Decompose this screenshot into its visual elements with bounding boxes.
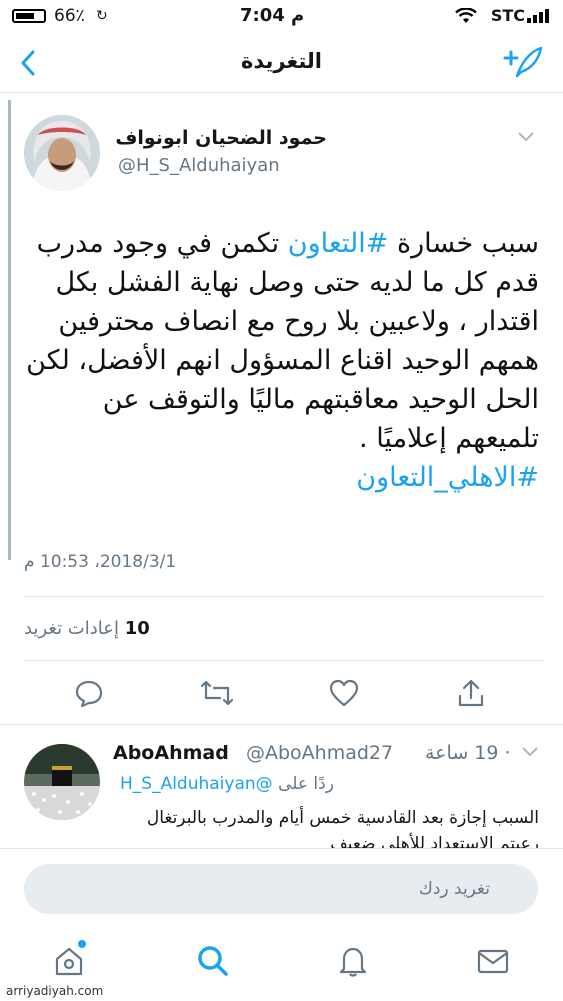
avatar-image bbox=[24, 744, 100, 820]
divider bbox=[24, 660, 544, 661]
tweet-line: سبب خسارة #التعاون تكمن في وجود مدرب bbox=[19, 224, 539, 263]
home-icon[interactable] bbox=[52, 944, 86, 978]
wifi-icon bbox=[455, 8, 477, 23]
tweet-text-segment: تكمن في وجود مدرب bbox=[36, 228, 288, 259]
replying-to: ردًا على @H_S_Alduhaiyan bbox=[120, 774, 334, 794]
reply-input[interactable]: تغريد ردك bbox=[24, 864, 538, 914]
tweet-text-segment: سبب خسارة bbox=[388, 228, 539, 259]
status-bar: 66٪ ↻ 7:04 م STC bbox=[0, 0, 563, 32]
reply-author-name[interactable]: AboAhmad bbox=[113, 742, 229, 764]
retweet-icon[interactable] bbox=[200, 678, 234, 708]
carrier-name: STC bbox=[490, 6, 525, 25]
status-time: 7:04 م bbox=[240, 5, 305, 26]
battery-icon bbox=[12, 9, 46, 23]
retweet-count-label: إعادات تغريد bbox=[24, 618, 119, 639]
reply-text: السبب إجازة بعد القادسية خمس أيام والمدر… bbox=[146, 808, 539, 851]
like-heart-icon[interactable] bbox=[328, 678, 360, 708]
navigation-bar: التغريدة bbox=[0, 32, 563, 93]
rotation-lock-icon: ↻ bbox=[96, 8, 108, 24]
reply-time: · 19 ساعة bbox=[425, 742, 511, 764]
page-title: التغريدة bbox=[241, 49, 322, 73]
chevron-down-icon[interactable] bbox=[521, 746, 539, 758]
battery-percent: 66٪ bbox=[54, 6, 85, 26]
tweet-line: #الاهلي_التعاون bbox=[19, 458, 539, 497]
reply-author-handle[interactable]: @AboAhmad27 bbox=[246, 742, 393, 764]
tweet-line: تلميعهم إعلاميًا . bbox=[359, 423, 539, 454]
divider bbox=[24, 596, 544, 597]
tweet-line: اقتدار ، ولاعبين بلا روح مع انصاف محترفي… bbox=[58, 306, 539, 337]
compose-tweet-icon[interactable] bbox=[503, 44, 543, 80]
mention-link[interactable]: @H_S_Alduhaiyan bbox=[120, 774, 273, 794]
avatar-image bbox=[24, 115, 100, 191]
author-handle[interactable]: @H_S_Alduhaiyan bbox=[118, 155, 280, 176]
author-name[interactable]: حمود الضحيان ابونواف bbox=[115, 127, 327, 149]
tweet-actions bbox=[0, 670, 563, 716]
retweet-count[interactable]: 10 إعادات تغريد bbox=[24, 618, 150, 639]
signal-icon bbox=[527, 9, 549, 23]
tweet-line: الحل الوحيد معاقبتهم ماليًا والتوقف عن bbox=[102, 384, 539, 415]
tweet-text: سبب خسارة #التعاون تكمن في وجود مدرب قدم… bbox=[19, 224, 539, 497]
replying-to-label: ردًا على bbox=[278, 774, 334, 794]
chevron-down-icon[interactable] bbox=[517, 131, 535, 143]
reply-input-placeholder: تغريد ردك bbox=[418, 879, 490, 899]
watermark: arriyadiyah.com bbox=[6, 984, 104, 998]
tweet-line: همهم الوحيد اقناع المسؤول انهم الأفضل، ل… bbox=[26, 345, 539, 376]
hashtag-link[interactable]: #التعاون bbox=[288, 228, 389, 259]
search-icon[interactable] bbox=[196, 944, 230, 978]
retweet-count-number: 10 bbox=[124, 618, 150, 639]
reply-icon[interactable] bbox=[74, 678, 104, 708]
divider bbox=[0, 724, 563, 725]
notifications-bell-icon[interactable] bbox=[336, 944, 370, 978]
thread-line bbox=[8, 100, 11, 560]
messages-envelope-icon[interactable] bbox=[476, 944, 510, 978]
reply-author-avatar[interactable] bbox=[24, 744, 100, 820]
notification-dot bbox=[78, 940, 86, 948]
tweet-timestamp: 2018/3/1، 10:53 م bbox=[24, 552, 177, 572]
author-avatar[interactable] bbox=[24, 115, 100, 191]
hashtag-link[interactable]: #الاهلي_التعاون bbox=[356, 462, 539, 493]
tweet-line: قدم كل ما لديه حتى وصل نهاية الفشل بكل bbox=[55, 267, 539, 298]
share-icon[interactable] bbox=[456, 678, 486, 708]
